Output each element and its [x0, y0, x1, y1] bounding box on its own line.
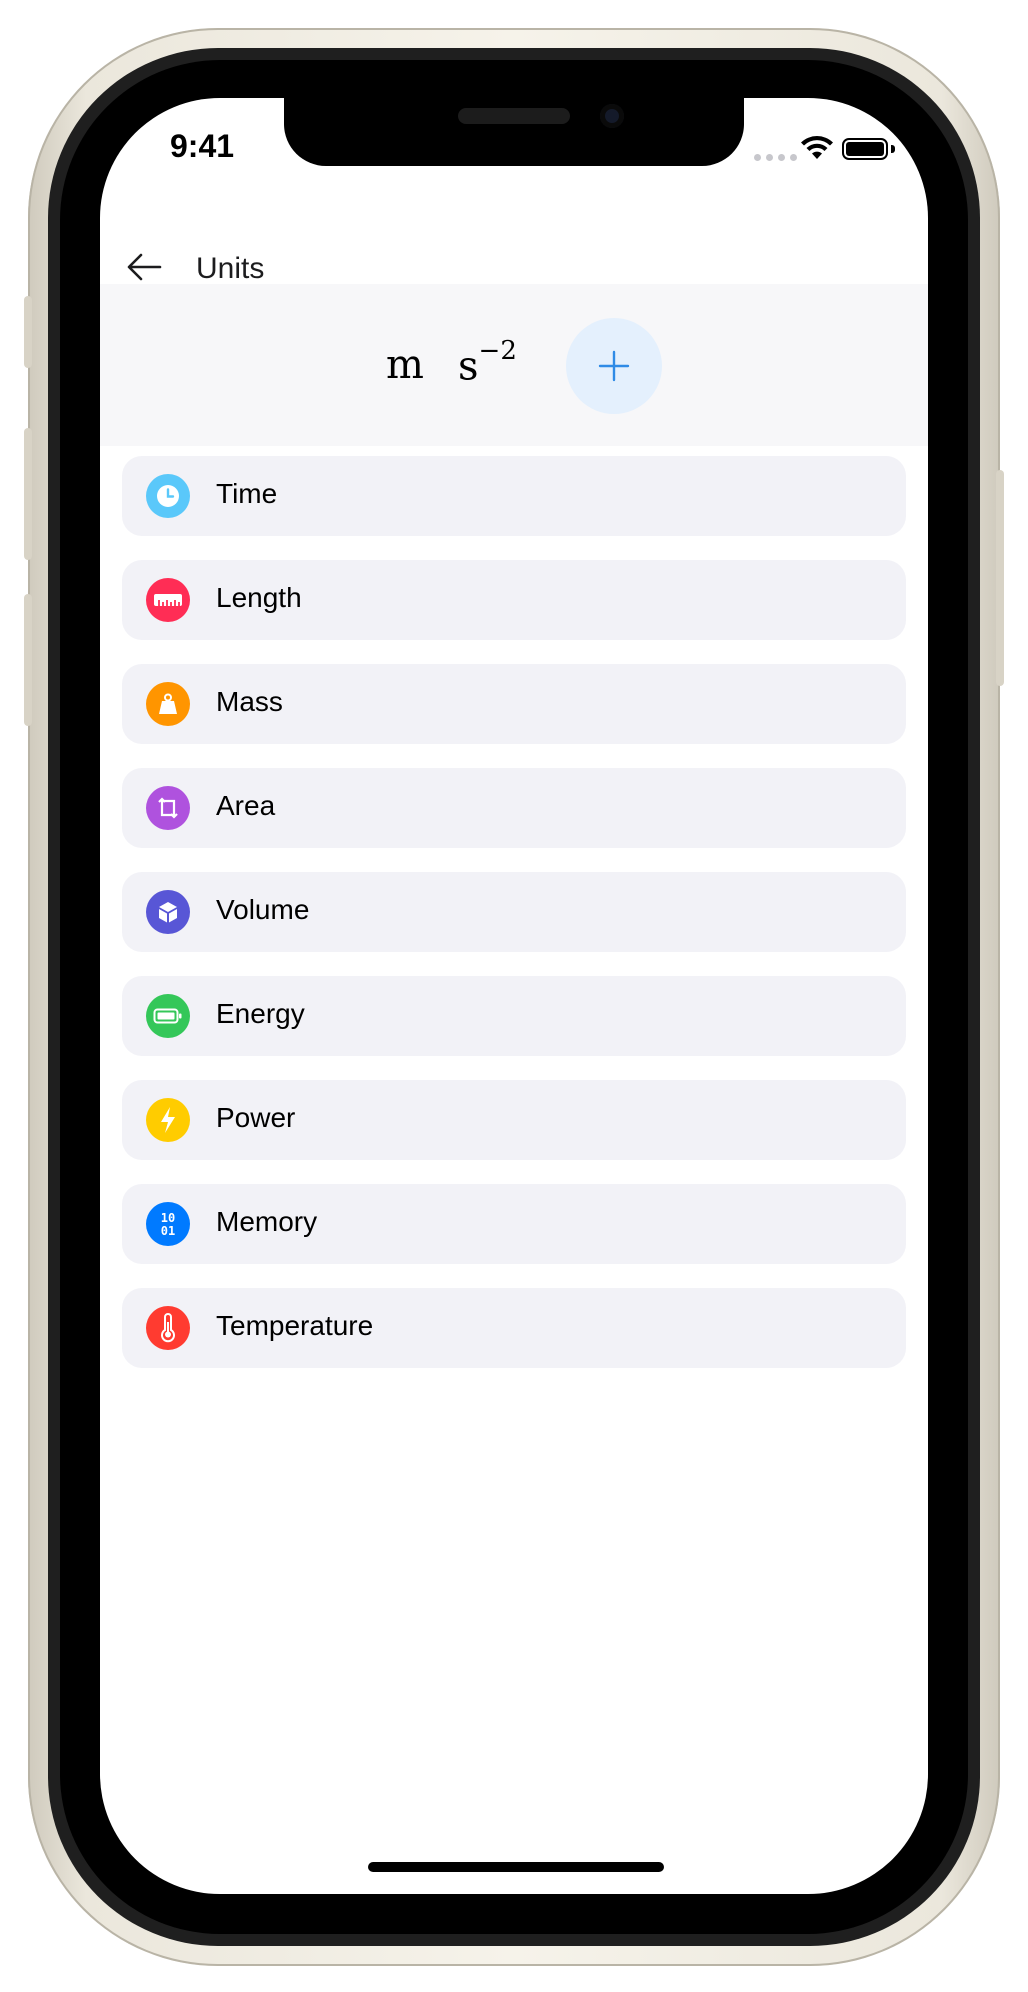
list-item-label: Power	[216, 1102, 296, 1133]
battery-icon	[146, 994, 190, 1038]
thermometer-icon	[146, 1306, 190, 1350]
list-item-power[interactable]: Power	[122, 1080, 906, 1160]
list-item-label: Length	[216, 582, 302, 613]
unit-exponent: −2	[478, 336, 517, 366]
battery-status-icon	[842, 138, 888, 160]
unit-token-meter[interactable]: m	[386, 342, 424, 388]
unit-formula-panel: m s−2	[100, 284, 928, 446]
list-item-label: Temperature	[216, 1310, 374, 1341]
unit-symbol: m	[386, 342, 424, 388]
unit-token-second[interactable]: s−2	[458, 336, 517, 390]
list-item-label: Volume	[216, 894, 310, 925]
weight-icon	[146, 682, 190, 726]
page-title: Units	[196, 252, 265, 285]
list-item-volume[interactable]: Volume	[122, 872, 906, 952]
add-unit-button[interactable]	[566, 318, 662, 414]
list-item-label: Time	[216, 478, 278, 509]
svg-text:01: 01	[161, 1224, 175, 1238]
status-time: 9:41	[170, 128, 235, 164]
speaker-grille	[458, 108, 570, 124]
plus-icon	[598, 350, 630, 382]
mute-switch	[24, 296, 32, 368]
home-indicator[interactable]	[368, 1862, 664, 1872]
battery-cap	[891, 145, 895, 153]
ruler-icon	[146, 578, 190, 622]
power-button	[996, 470, 1004, 686]
volume-up-button	[24, 428, 32, 560]
list-item-area[interactable]: Area	[122, 768, 906, 848]
front-camera-icon	[600, 104, 624, 128]
cellular-signal-icon	[754, 154, 797, 161]
list-item-label: Mass	[216, 686, 283, 717]
list-item-label: Energy	[216, 998, 305, 1029]
list-item-length[interactable]: Length	[122, 560, 906, 640]
notch	[284, 98, 744, 166]
bolt-icon	[146, 1098, 190, 1142]
binary-icon: 10 01	[146, 1202, 190, 1246]
list-item-memory[interactable]: 10 01 Memory	[122, 1184, 906, 1264]
list-item-mass[interactable]: Mass	[122, 664, 906, 744]
unit-symbol: s	[458, 343, 479, 390]
list-item-temperature[interactable]: Temperature	[122, 1288, 906, 1368]
list-item-label: Area	[216, 790, 276, 821]
list-item-energy[interactable]: Energy	[122, 976, 906, 1056]
screen: 9:41 Units m s−2 Time Length Mass Area V…	[100, 98, 928, 1894]
volume-down-button	[24, 594, 32, 726]
cube-icon	[146, 890, 190, 934]
wifi-icon	[801, 136, 833, 159]
list-item-label: Memory	[216, 1206, 318, 1237]
clock-icon	[146, 474, 190, 518]
area-icon	[146, 786, 190, 830]
back-arrow-icon[interactable]	[126, 252, 162, 282]
svg-text:10: 10	[161, 1211, 175, 1225]
list-item-time[interactable]: Time	[122, 456, 906, 536]
